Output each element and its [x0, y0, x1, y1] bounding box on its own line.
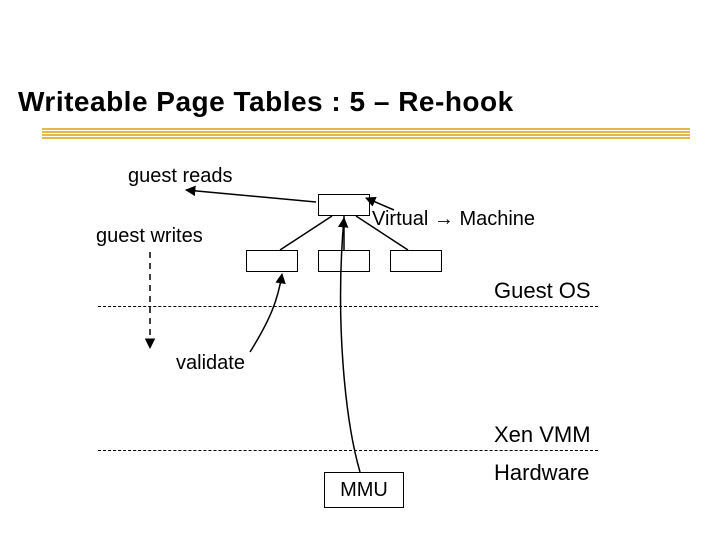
- mmu-box: MMU: [324, 472, 404, 508]
- label-virtual-machine: Virtual → Machine: [372, 208, 535, 231]
- pt-child-box-3: [390, 250, 442, 272]
- divider-guest-os: [98, 306, 598, 307]
- pt-root-box: [318, 194, 370, 216]
- area-xen-vmm: Xen VMM: [494, 422, 591, 448]
- pt-child-box-1: [246, 250, 298, 272]
- divider-xen-vmm: [98, 450, 598, 451]
- title-underline: [42, 128, 690, 138]
- area-hardware: Hardware: [494, 460, 589, 486]
- slide-title: Writeable Page Tables : 5 – Re-hook: [18, 86, 514, 118]
- label-validate: validate: [176, 352, 245, 375]
- label-guest-writes: guest writes: [96, 225, 203, 248]
- label-guest-reads: guest reads: [128, 165, 233, 188]
- area-guest-os: Guest OS: [494, 278, 591, 304]
- pt-child-box-2: [318, 250, 370, 272]
